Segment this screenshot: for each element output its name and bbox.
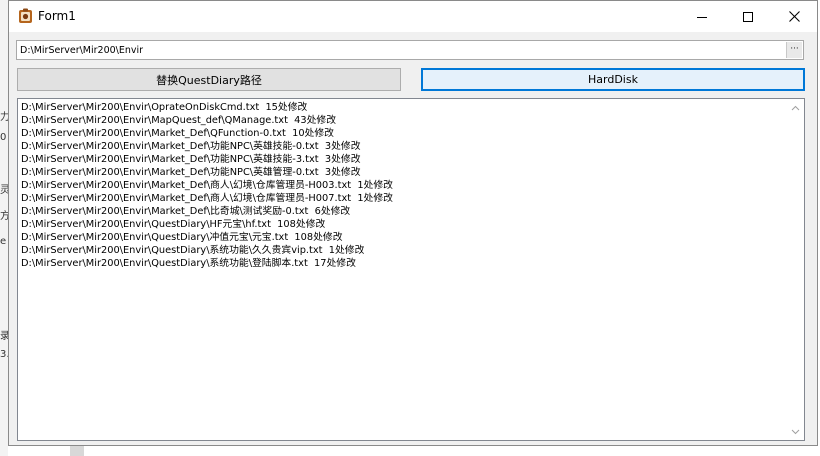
close-icon — [788, 11, 800, 22]
log-line: D:\MirServer\Mir200\Envir\QuestDiary\冲值元… — [21, 232, 343, 243]
log-line: D:\MirServer\Mir200\Envir\Market_Def\QFu… — [21, 128, 334, 139]
log-line: D:\MirServer\Mir200\Envir\QuestDiary\系统功… — [21, 258, 356, 269]
window-title: Form1 — [38, 9, 76, 23]
background-text-fragment: e — [0, 236, 7, 247]
desktop-background-left: 力 0 灵 方 e 录 3. — [0, 0, 10, 456]
log-line: D:\MirServer\Mir200\Envir\Market_Def\比奇城… — [21, 206, 351, 217]
client-area: ··· 替换QuestDiary路径 HardDisk D:\MirServer… — [9, 32, 817, 445]
title-bar[interactable]: Form1 — [9, 1, 817, 32]
log-line: D:\MirServer\Mir200\Envir\Market_Def\功能N… — [21, 154, 361, 165]
path-field: ··· — [16, 40, 804, 60]
close-button[interactable] — [771, 1, 817, 32]
path-input[interactable] — [20, 43, 780, 57]
desktop-background-bottom — [70, 446, 84, 456]
background-text-fragment: 0 — [0, 132, 7, 143]
vertical-scrollbar[interactable] — [787, 99, 804, 440]
minimize-icon — [697, 16, 707, 18]
log-line: D:\MirServer\Mir200\Envir\QuestDiary\系统功… — [21, 245, 365, 256]
browse-button[interactable]: ··· — [786, 42, 802, 58]
maximize-icon — [743, 11, 753, 22]
minimize-button[interactable] — [679, 1, 725, 32]
log-line: D:\MirServer\Mir200\Envir\Market_Def\功能N… — [21, 141, 361, 152]
log-memo[interactable]: D:\MirServer\Mir200\Envir\OprateOnDiskCm… — [17, 98, 805, 441]
log-lines: D:\MirServer\Mir200\Envir\OprateOnDiskCm… — [21, 101, 781, 270]
replace-questdiary-path-button[interactable]: 替换QuestDiary路径 — [17, 68, 401, 91]
log-line: D:\MirServer\Mir200\Envir\Market_Def\商人\… — [21, 180, 393, 191]
harddisk-button[interactable]: HardDisk — [421, 68, 805, 91]
main-window: Form1 ··· 替换QuestDiary路径 HardDisk D:\Mir… — [8, 0, 818, 446]
log-line: D:\MirServer\Mir200\Envir\MapQuest_def\Q… — [21, 115, 336, 126]
maximize-button[interactable] — [725, 1, 771, 32]
log-line: D:\MirServer\Mir200\Envir\Market_Def\功能N… — [21, 167, 361, 178]
log-line: D:\MirServer\Mir200\Envir\OprateOnDiskCm… — [21, 102, 308, 113]
scroll-down-icon[interactable] — [791, 427, 800, 436]
scroll-up-icon[interactable] — [791, 104, 800, 113]
app-icon[interactable] — [18, 8, 33, 24]
log-line: D:\MirServer\Mir200\Envir\Market_Def\商人\… — [21, 193, 393, 204]
log-line: D:\MirServer\Mir200\Envir\QuestDiary\HF元… — [21, 219, 326, 230]
